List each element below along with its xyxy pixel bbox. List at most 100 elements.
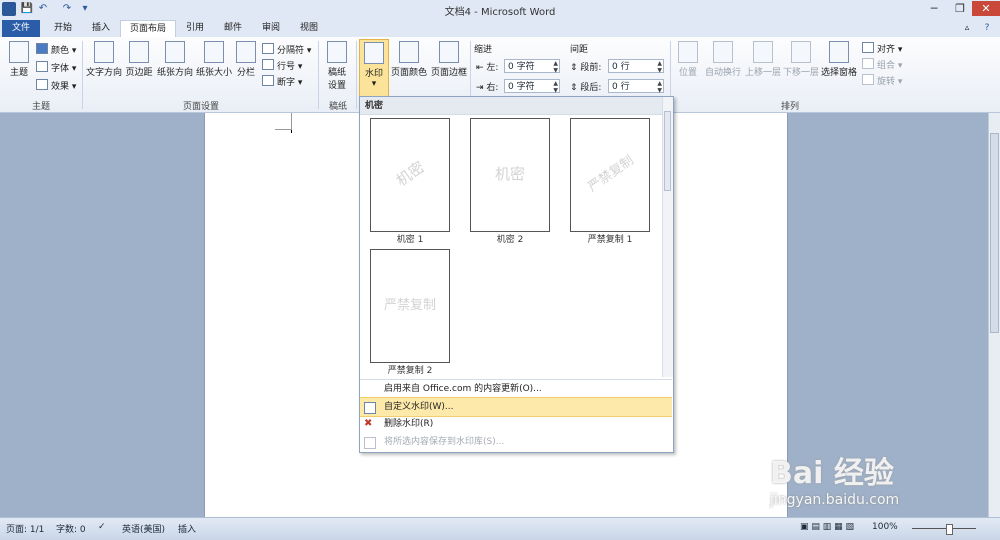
hyphenation-button[interactable]: 断字 ▾ [262,75,302,88]
spacing-before-input[interactable]: 0 行 ▲ ▼ [608,59,664,74]
effects-icon [36,79,48,90]
collapse-ribbon-icon[interactable]: ▵ [960,20,974,37]
selection-pane-icon [829,41,849,63]
spin-arrows-icon[interactable]: ▲ ▼ [553,80,558,94]
help-icon[interactable]: ? [980,20,994,37]
text-direction-icon [94,41,114,63]
indent-right-label: ⇥ 右: [476,83,499,93]
indent-title: 缩进 [474,45,493,55]
menu-remove-watermark[interactable]: ✖ 删除水印(R) [360,415,672,433]
watermark-preview-text: 严禁复制 [383,298,436,313]
columns-button[interactable]: 分栏 [234,41,258,78]
selection-pane-button[interactable]: 选择窗格 [820,41,858,78]
watermark-caption: 严禁复制 2 [387,366,433,376]
spacing-title: 间距 [570,45,589,55]
theme-effects-button[interactable]: 效果 ▾ [36,79,76,92]
scroll-thumb[interactable] [990,133,999,333]
orientation-button[interactable]: 纸张方向 [156,41,194,78]
title-bar: W 💾 ↶ ↷ ▾ 文档4 - Microsoft Word ─ ❐ ✕ [0,0,1000,19]
page-color-button[interactable]: 页面颜色 [390,41,428,78]
breaks-icon [262,43,274,54]
draft-paper-button[interactable]: 稿纸 设置 [322,41,352,91]
language[interactable]: 英语(美国) [122,522,165,535]
margins-button[interactable]: 页边距 [124,41,154,78]
custom-watermark-icon [364,402,376,414]
zoom-track [912,528,976,529]
spin-arrows-icon[interactable]: ▲ ▼ [657,80,662,94]
gallery-scroll-thumb[interactable] [664,111,671,191]
line-numbers-button[interactable]: 行号 ▾ [262,59,302,72]
menu-office-update[interactable]: 启用来自 Office.com 的内容更新(O)... [360,379,672,398]
ribbon-tabs: 文件 开始 插入 页面布局 引用 邮件 审阅 视图 ▵ ? [0,18,1000,38]
tab-view[interactable]: 视图 [290,20,328,37]
columns-icon [236,41,256,63]
spacing-before-label: ⇕ 段前: [570,63,602,73]
breaks-button[interactable]: 分隔符 ▾ [262,43,311,56]
send-backward-button[interactable]: 下移一层 [782,41,820,78]
group-separator [82,41,83,109]
watermark-button[interactable]: 水印 ▾ [359,39,389,97]
send-backward-icon [791,41,811,63]
tab-insert[interactable]: 插入 [82,20,120,37]
text-direction-button[interactable]: 文字方向 [86,41,122,78]
bring-forward-button[interactable]: 上移一层 [744,41,782,78]
watermark-icon [364,42,384,64]
watermark-caption: 机密 1 [396,235,424,245]
tab-review[interactable]: 审阅 [252,20,290,37]
group-icon [862,58,874,69]
minimize-button[interactable]: ─ [920,1,948,16]
menu-save-to-gallery: 将所选内容保存到水印库(S)... [360,433,672,451]
bring-forward-icon [753,41,773,63]
orientation-icon [165,41,185,63]
baidu-jingyan-watermark: Bai 经验 jingyan.baidu.com [760,430,990,520]
word-count[interactable]: 字数: 0 [56,522,86,535]
paper-size-button[interactable]: 纸张大小 [196,41,232,78]
tab-file[interactable]: 文件 [2,20,40,37]
tab-references[interactable]: 引用 [176,20,214,37]
page-borders-button[interactable]: 页面边框 [430,41,468,78]
align-icon [862,42,874,53]
align-button[interactable]: 对齐 ▾ [862,42,902,55]
gallery-scrollbar[interactable] [662,97,673,377]
page-count[interactable]: 页面: 1/1 [6,522,44,535]
tab-mailings[interactable]: 邮件 [214,20,252,37]
watermark-preview-text: 严禁复制 [585,153,637,196]
group-separator [318,41,319,109]
themes-icon [9,41,29,63]
page-color-icon [399,41,419,63]
group-label-theme: 主题 [31,102,50,112]
watermark-thumb-confidential-2[interactable]: 机密 [470,118,550,232]
spin-arrows-icon[interactable]: ▲ ▼ [553,60,558,74]
position-icon [678,41,698,63]
paper-size-icon [204,41,224,63]
watermark-thumb-do-not-copy-1[interactable]: 严禁复制 [570,118,650,232]
restore-button[interactable]: ❐ [946,1,974,16]
baidu-brand-text: Bai 经验 [770,456,894,491]
spacing-after-input[interactable]: 0 行 ▲ ▼ [608,79,664,94]
wrap-text-button[interactable]: 自动换行 [704,41,742,78]
rotate-button[interactable]: 旋转 ▾ [862,74,902,87]
theme-fonts-button[interactable]: 字体 ▾ [36,61,76,74]
view-buttons[interactable]: ▣ ▤ ▥ ▦ ▧ [800,522,854,532]
tab-page-layout[interactable]: 页面布局 [120,20,176,38]
position-button[interactable]: 位置 [674,41,702,78]
menu-custom-watermark[interactable]: 自定义水印(W)... [360,397,672,417]
spacing-after-label: ⇕ 段后: [570,83,602,93]
close-button[interactable]: ✕ [972,1,1000,16]
watermark-thumb-confidential-1[interactable]: 机密 [370,118,450,232]
zoom-level[interactable]: 100% [872,522,898,532]
tab-home[interactable]: 开始 [44,20,82,37]
group-label-draft: 稿纸 [328,102,347,112]
theme-colors-button[interactable]: 颜色 ▾ [36,43,76,56]
indent-right-input[interactable]: 0 字符 ▲ ▼ [504,79,560,94]
spin-arrows-icon[interactable]: ▲ ▼ [657,60,662,74]
proofing-icon[interactable]: ✓ [98,522,106,532]
group-button[interactable]: 组合 ▾ [862,58,902,71]
themes-button[interactable]: 主题 [4,41,34,78]
insert-mode[interactable]: 插入 [178,522,196,535]
indent-left-input[interactable]: 0 字符 ▲ ▼ [504,59,560,74]
zoom-thumb[interactable] [946,524,953,535]
window-title: 文档4 - Microsoft Word [444,7,556,18]
watermark-thumb-do-not-copy-2[interactable]: 严禁复制 [370,249,450,363]
zoom-slider[interactable] [906,523,982,535]
